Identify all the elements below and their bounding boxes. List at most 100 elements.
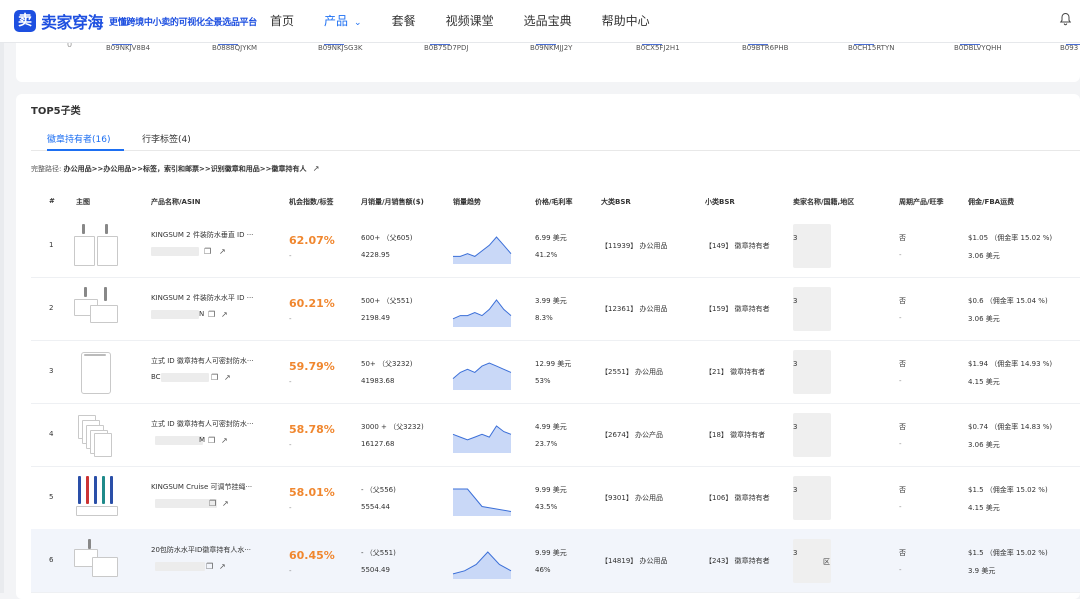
- product-image[interactable]: [74, 287, 118, 329]
- seller-text: 3: [793, 297, 798, 305]
- periodic-product: 否: [899, 486, 906, 494]
- external-link-icon[interactable]: ↗: [224, 373, 231, 382]
- external-link-icon[interactable]: ↗: [313, 164, 320, 173]
- peak-season: -: [899, 566, 902, 574]
- sales-trend-sparkline: [452, 362, 512, 390]
- commission: $1.94 （佣金率 14.93 %): [968, 360, 1053, 368]
- nav-item-plans[interactable]: 套餐: [392, 0, 416, 42]
- badge-holder-shape: [97, 236, 118, 266]
- column-header: 销量趋势: [453, 198, 481, 206]
- product-title[interactable]: KINGSUM 2 件装防水水平 ID ···: [151, 293, 253, 303]
- sub-category-bsr: 【159】 徽章持有者: [705, 305, 770, 313]
- asin-axis-label: B09NKJSG3K: [318, 44, 363, 52]
- external-link-icon[interactable]: ↗: [222, 499, 229, 508]
- main-category-bsr: 【12361】 办公用品: [601, 305, 668, 313]
- logo[interactable]: 卖 卖家穿海 更懂跨境中小卖的可视化全景选品平台: [14, 9, 257, 33]
- table-row[interactable]: 5 KINGSUM Cruise 可调节挂绳··· ❐ ↗ 58.01% - -…: [31, 466, 1080, 530]
- monthly-sales: 500+ （父551): [361, 297, 413, 305]
- asin-redacted: [155, 436, 203, 445]
- column-header: 卖家名称/国籍,地区: [793, 198, 855, 206]
- table-row[interactable]: 4 立式 ID 徽章持有人可密封防水··· M ❐ ↗ 58.78% - 300…: [31, 403, 1080, 467]
- main-category-bsr: 【2551】 办公用品: [601, 368, 664, 376]
- product-title[interactable]: KINGSUM Cruise 可调节挂绳···: [151, 482, 252, 492]
- monthly-sales: 50+ （父3232): [361, 360, 413, 368]
- external-link-icon[interactable]: ↗: [221, 310, 228, 319]
- asin-axis-label: B0B75D7PDJ: [424, 44, 469, 52]
- seller-text: 3: [793, 234, 798, 242]
- copy-icon[interactable]: ❐: [208, 436, 215, 445]
- clip-shape: [88, 539, 91, 549]
- nav-item-video-class[interactable]: 视频课堂: [446, 0, 494, 42]
- product-title[interactable]: 立式 ID 徽章持有人可密封防水···: [151, 419, 254, 429]
- seller-text: 3: [793, 549, 798, 557]
- asin-redacted: [151, 247, 199, 256]
- row-index: 3: [49, 367, 54, 375]
- peak-season: -: [899, 503, 902, 511]
- sales-trend-sparkline: [453, 236, 512, 264]
- commission: $1.05 （佣金率 15.02 %): [968, 234, 1053, 242]
- price: 12.99 美元: [535, 360, 572, 368]
- product-title[interactable]: 20包防水水平ID徽章持有人水···: [151, 545, 251, 555]
- copy-icon[interactable]: ❐: [209, 499, 216, 508]
- nav-item-products[interactable]: 产品 ⌄: [324, 0, 362, 42]
- periodic-product: 否: [899, 423, 906, 431]
- column-header: 机会指数/标签: [289, 198, 334, 206]
- tab-badge-holders[interactable]: 徽章持有者(16): [47, 132, 110, 145]
- asin-redacted: [155, 562, 205, 571]
- sales-trend-sparkline: [452, 299, 512, 327]
- asin-text: M: [199, 436, 206, 444]
- seller-redacted: [793, 476, 831, 520]
- main-nav: 首页 产品 ⌄ 套餐 视频课堂 选品宝典 帮助中心: [270, 0, 680, 42]
- copy-icon[interactable]: ❐: [211, 373, 218, 382]
- bell-icon[interactable]: [1059, 12, 1072, 30]
- monthly-revenue: 41983.68: [361, 377, 395, 385]
- opportunity-score: 58.78%: [289, 423, 335, 436]
- price: 9.99 美元: [535, 549, 567, 557]
- asin-text: N: [199, 310, 205, 318]
- product-image[interactable]: [74, 413, 118, 457]
- badge-holder-shape: [94, 433, 112, 457]
- column-header: 大类BSR: [601, 198, 631, 206]
- monthly-revenue: 5554.44: [361, 503, 390, 511]
- table-row[interactable]: 1 KINGSUM 2 件装防水垂直 ID ··· ❐ ↗ 62.07% - 6…: [31, 214, 1080, 278]
- column-header: 周期产品/旺季: [899, 198, 944, 206]
- gross-margin: 43.5%: [535, 503, 558, 511]
- active-tab-indicator: [47, 149, 124, 151]
- product-image[interactable]: [74, 476, 118, 518]
- nav-item-home[interactable]: 首页: [270, 0, 294, 42]
- asin-redacted: [161, 373, 209, 382]
- copy-icon[interactable]: ❐: [208, 310, 215, 319]
- external-link-icon[interactable]: ↗: [221, 436, 228, 445]
- column-header: 价格/毛利率: [535, 198, 573, 206]
- product-image[interactable]: [74, 350, 118, 394]
- table-row[interactable]: 6 20包防水水平ID徽章持有人水··· ❐ ↗ 60.45% - - （父55…: [31, 529, 1080, 593]
- product-image[interactable]: [74, 539, 118, 581]
- opportunity-score: 62.07%: [289, 234, 335, 247]
- sales-trend-sparkline: [452, 551, 512, 579]
- tab-luggage-tags[interactable]: 行李标签(4): [142, 132, 191, 145]
- asin-axis-label: B093: [1060, 44, 1079, 52]
- product-title[interactable]: KINGSUM 2 件装防水垂直 ID ···: [151, 230, 253, 240]
- monthly-sales: 600+ （父605): [361, 234, 413, 242]
- table-row[interactable]: 2 KINGSUM 2 件装防水水平 ID ··· N ❐ ↗ 60.21% -…: [31, 277, 1080, 341]
- table-row[interactable]: 3 立式 ID 徽章持有人可密封防水··· BC ❐ ↗ 59.79% - 50…: [31, 340, 1080, 404]
- opportunity-score: 60.21%: [289, 297, 335, 310]
- product-image[interactable]: [74, 224, 118, 266]
- price: 4.99 美元: [535, 423, 567, 431]
- zip-seal-shape: [84, 354, 106, 356]
- lanyard-shape: [78, 476, 81, 504]
- product-title[interactable]: 立式 ID 徽章持有人可密封防水···: [151, 356, 254, 366]
- nav-item-selection-guide[interactable]: 选品宝典: [524, 0, 572, 42]
- opportunity-score: 58.01%: [289, 486, 335, 499]
- external-link-icon[interactable]: ↗: [219, 562, 226, 571]
- nav-item-help-center[interactable]: 帮助中心: [602, 0, 650, 42]
- category-path: 完整路径: 办公用品>>办公用品>>标签，索引和邮票>>识别徽章和用品>>徽章持…: [31, 164, 319, 174]
- external-link-icon[interactable]: ↗: [219, 247, 226, 256]
- copy-icon[interactable]: ❐: [204, 247, 211, 256]
- copy-icon[interactable]: ❐: [206, 562, 213, 571]
- logo-icon: 卖: [14, 10, 36, 32]
- monthly-revenue: 5504.49: [361, 566, 390, 574]
- fba-fee: 3.06 美元: [968, 441, 1000, 449]
- seller-redacted: [793, 224, 831, 268]
- sub-category-bsr: 【243】 徽章持有者: [705, 557, 770, 565]
